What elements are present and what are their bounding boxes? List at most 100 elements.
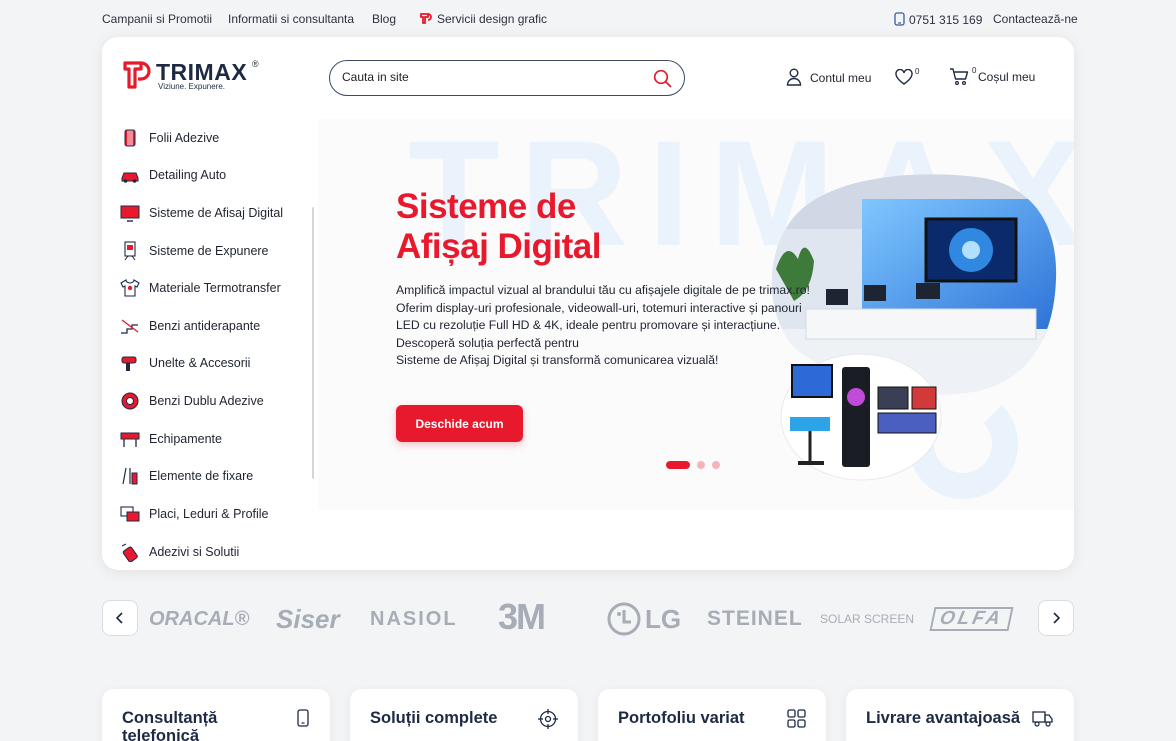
top-link-blog[interactable]: Blog [372, 12, 396, 26]
heart-icon [895, 69, 913, 85]
sidebar-item-label: Materiale Termotransfer [149, 281, 281, 295]
lg-logo-icon [607, 602, 641, 636]
top-link-design[interactable]: Servicii design grafic [420, 12, 547, 28]
brand-3m[interactable]: 3M [498, 596, 546, 637]
top-bar: Campanii si Promotii Informatii si consu… [0, 0, 1176, 36]
top-phone-number: 0751 315 169 [909, 13, 983, 27]
hero-cta-button[interactable]: Deschide acum [396, 405, 523, 442]
sidebar-item-placi-leduri[interactable]: Placi, Leduri & Profile [120, 499, 310, 529]
search-bar [329, 60, 685, 96]
logo-registered: ® [252, 59, 259, 69]
hero-title-line1: Sisteme de [396, 187, 576, 226]
phone-icon [894, 12, 905, 29]
wishlist-link[interactable]: 0 [895, 67, 920, 86]
plotter-icon [120, 429, 140, 449]
sidebar-item-label: Folii Adezive [149, 131, 220, 145]
phone-icon [296, 709, 310, 732]
sidebar-item-fixare[interactable]: Elemente de fixare [120, 461, 310, 491]
sidebar-item-detailing-auto[interactable]: Detailing Auto [120, 160, 310, 190]
hero-desc-line: Descoperă soluția perfectă pentru [396, 335, 579, 350]
feature-title: Consultanță telefonică [122, 709, 218, 741]
hero-desc-line: Sisteme de Afișaj Digital și transformă … [396, 353, 719, 367]
hero-desc-line: Oferim display-uri profesionale, videowa… [396, 300, 802, 315]
sidebar-item-expunere[interactable]: Sisteme de Expunere [120, 236, 310, 266]
sidebar-item-label: Adezivi si Solutii [149, 545, 240, 559]
slider-dot-1[interactable] [666, 461, 690, 469]
category-sidebar: Folii Adezive Detailing Auto Sisteme de … [102, 119, 316, 570]
brand-steinel[interactable]: STEINEL [707, 604, 803, 634]
brand-olfa[interactable]: OLFA [929, 607, 1014, 631]
wishlist-count: 0 [915, 67, 920, 76]
sidebar-item-label: Sisteme de Expunere [149, 244, 269, 258]
main-card: TRIMAX ® Viziune. Expunere. Contul meu 0… [102, 37, 1074, 570]
slider-dot-2[interactable] [697, 461, 705, 469]
sidebar-item-label: Elemente de fixare [149, 469, 254, 483]
brand-lg[interactable]: LG [607, 602, 682, 636]
logo-tagline: Viziune. Expunere. [158, 82, 226, 91]
truck-icon [1032, 709, 1054, 732]
grid-icon [787, 709, 806, 733]
brand-oracal[interactable]: ORACAL® [149, 604, 249, 634]
top-link-contact[interactable]: Contactează-ne [993, 12, 1078, 26]
sidebar-scrollbar[interactable] [312, 207, 314, 479]
trimax-logo[interactable]: TRIMAX ® Viziune. Expunere. [122, 59, 262, 93]
feature-livrare: Livrare avantajoasă [846, 689, 1074, 741]
hero-products-image [780, 353, 942, 481]
fixing-tools-icon [120, 466, 140, 486]
spray-icon [120, 542, 140, 562]
cart-icon [950, 68, 969, 86]
user-icon [786, 68, 802, 86]
search-icon[interactable] [653, 69, 672, 93]
brand-lg-label: LG [645, 603, 682, 634]
feature-title: Portofoliu variat [618, 709, 745, 727]
stairs-icon [120, 316, 140, 336]
sidebar-item-label: Unelte & Accesorii [149, 356, 251, 370]
sidebar-item-echipamente[interactable]: Echipamente [120, 424, 310, 454]
brand-nasiol[interactable]: NASIOL [370, 604, 458, 634]
feature-title: Livrare avantajoasă [866, 709, 1021, 727]
car-icon [120, 165, 140, 185]
top-link-consultanta[interactable]: Informatii si consultanta [228, 12, 354, 26]
sidebar-item-antiderapante[interactable]: Benzi antiderapante [120, 311, 310, 341]
brands-prev-button[interactable] [102, 600, 138, 636]
top-link-promotii[interactable]: Campanii si Promotii [102, 12, 212, 26]
search-input[interactable] [342, 70, 642, 84]
brand-solar-screen[interactable]: SOLAR SCREEN [820, 604, 914, 634]
tape-roll-icon [120, 391, 140, 411]
sidebar-item-label: Sisteme de Afisaj Digital [149, 206, 284, 220]
feature-solutii: Soluții complete [350, 689, 578, 741]
sidebar-item-afisaj-digital[interactable]: Sisteme de Afisaj Digital [120, 198, 310, 228]
account-label: Contul meu [810, 71, 872, 85]
hero-desc-line: LED cu rezoluție Full HD & 4K, ideale pe… [396, 318, 781, 332]
chevron-right-icon [1053, 612, 1061, 624]
sidebar-item-termotransfer[interactable]: Materiale Termotransfer [120, 273, 310, 303]
display-stand-icon [120, 241, 140, 261]
slider-dot-3[interactable] [712, 461, 720, 469]
sidebar-item-dublu-adezive[interactable]: Benzi Dublu Adezive [120, 386, 310, 416]
sidebar-item-adezivi[interactable]: Adezivi si Solutii [120, 537, 310, 567]
sidebar-item-label: Detailing Auto [149, 168, 227, 182]
target-icon [538, 709, 558, 734]
feature-title: Soluții complete [370, 709, 498, 727]
feature-consultanta: Consultanță telefonică [102, 689, 330, 741]
sidebar-item-folii-adezive[interactable]: Folii Adezive [120, 123, 310, 153]
vinyl-roll-icon [120, 128, 140, 148]
chevron-left-icon [115, 612, 123, 624]
sidebar-item-label: Benzi Dublu Adezive [149, 394, 264, 408]
brand-siser[interactable]: Siser [276, 604, 340, 634]
sidebar-item-label: Placi, Leduri & Profile [149, 507, 269, 521]
sidebar-item-label: Echipamente [149, 432, 222, 446]
tshirt-icon [120, 278, 140, 298]
sidebar-item-unelte[interactable]: Unelte & Accesorii [120, 348, 310, 378]
feature-portofoliu: Portofoliu variat [598, 689, 826, 741]
top-link-design-label: Servicii design grafic [437, 12, 548, 26]
heat-gun-icon [120, 353, 140, 373]
top-phone[interactable]: 0751 315 169 [894, 12, 982, 29]
monitor-icon [120, 203, 140, 223]
cart-count: 0 [972, 66, 977, 75]
panels-icon [120, 504, 140, 524]
brands-next-button[interactable] [1038, 600, 1074, 636]
sidebar-item-label: Benzi antiderapante [149, 319, 261, 333]
hero-description: Amplifică impactul vizual al brandului t… [396, 282, 810, 370]
trimax-mark-icon [420, 12, 433, 28]
